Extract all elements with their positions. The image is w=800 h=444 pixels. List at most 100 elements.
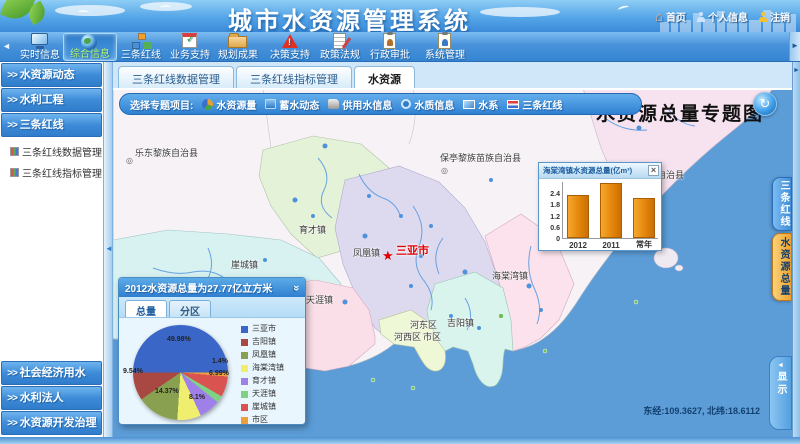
pie-popup-header[interactable]: 2012水资源总量为27.77亿立方米 » [119, 278, 305, 297]
layer-option-water-supply[interactable]: 供用水信息 [328, 97, 392, 112]
warning-triangle-icon [278, 33, 302, 50]
bar-column[interactable] [633, 198, 655, 238]
home-icon: ⌂ [655, 12, 663, 22]
pie-chart-popup: 2012水资源总量为27.77亿立方米 » 总量 分区 49.98% 9.54%… [118, 277, 306, 425]
toolbar-policy-regulations[interactable]: 政策法规 [313, 33, 367, 61]
toolbar-comprehensive-info[interactable]: 综合信息 [63, 33, 117, 61]
pie-tab-districts[interactable]: 分区 [169, 300, 211, 317]
collapse-icon[interactable]: » [290, 284, 302, 290]
river-layer-icon [463, 100, 475, 109]
y-axis [562, 182, 563, 239]
sidebar-group-socioeconomic-water-use[interactable]: >>社会经济用水 [1, 361, 102, 385]
legend-swatch [241, 404, 248, 411]
tree-item-redline-indicator-mgmt[interactable]: 三条红线指标管理 [10, 162, 103, 183]
right-tab-three-redlines[interactable]: 三条红线 [772, 177, 792, 231]
tab-water-resources[interactable]: 水资源 [354, 66, 415, 88]
cloud-decoration [55, 5, 125, 16]
pie-tab-total[interactable]: 总量 [125, 300, 167, 317]
pie-slice-label: 9.54% [123, 368, 143, 375]
sidebar-group-water-legal-entities[interactable]: >>水利法人 [1, 386, 102, 410]
y-tick: 0.6 [540, 225, 560, 232]
home-link[interactable]: ⌂ 首页 [655, 9, 686, 24]
sidebar-splitter[interactable]: ◄ [104, 62, 113, 437]
sidebar-bottom-groups: >>社会经济用水 >>水利法人 >>水资源开发治理 [0, 360, 103, 435]
banner: 城市水资源管理系统 ⌂ 首页 个人信息 注销 [0, 0, 800, 32]
content-tabbar: 三条红线数据管理 三条红线指标管理 水资源 [118, 66, 415, 88]
right-tab-water-total[interactable]: 水资源总量 [772, 233, 792, 301]
layer-selector-label: 选择专题项目: [130, 97, 193, 112]
y-tick: 1.2 [540, 214, 560, 221]
toolbar-admin-approval[interactable]: 行政审批 [363, 33, 417, 61]
map-label-sanya-city: 三亚市 [396, 242, 429, 258]
chart-icon [10, 147, 19, 156]
county-marker-icon: ◎ [441, 166, 448, 175]
pie-popup-body: 49.98% 9.54% 14.37% 8.1% 6.99% 1.4% 三亚市 … [119, 318, 305, 425]
sidebar-tree: 三条红线数据管理 三条红线指标管理 [0, 137, 103, 183]
bar-popup-header[interactable]: 海棠湾镇水资源总量(亿m³) × [539, 163, 661, 179]
chart-icon [10, 168, 19, 177]
x-tick: 常年 [629, 239, 659, 250]
toolbar-realtime-info[interactable]: 实时信息 [13, 33, 67, 61]
layer-option-storage-dynamics[interactable]: 蓄水动态 [265, 97, 319, 112]
legend-swatch [241, 378, 248, 385]
sidebar-group-water-projects[interactable]: >>水利工程 [1, 88, 102, 112]
bar-column[interactable] [600, 183, 622, 238]
sidebar-group-water-resource-dynamics[interactable]: >>水资源动态 [1, 63, 102, 87]
layer-option-river-system[interactable]: 水系 [463, 97, 498, 112]
layer-selector-bar: 选择专题项目: 水资源量 蓄水动态 供用水信息 水质信息 水系 三条红线 [119, 93, 642, 115]
person-icon [697, 12, 705, 22]
layer-option-three-redlines[interactable]: 三条红线 [507, 97, 562, 112]
logout-link[interactable]: 注销 [759, 9, 790, 24]
tab-redline-indicator-mgmt[interactable]: 三条红线指标管理 [236, 66, 352, 88]
tab-divider [113, 88, 792, 90]
bar-chart: 2.4 1.8 1.2 0.6 0 2012 2011 常年 [539, 179, 661, 250]
expand-right-icon: ► [793, 67, 800, 74]
profile-link[interactable]: 个人信息 [697, 9, 748, 24]
map-label-yucai-town: 育才镇 [299, 223, 326, 236]
x-tick: 2011 [596, 241, 626, 250]
sidebar-group-three-redlines[interactable]: >>三条红线 [1, 113, 102, 137]
bar-column[interactable] [567, 195, 589, 238]
tree-item-redline-data-mgmt[interactable]: 三条红线数据管理 [10, 141, 103, 162]
cloud-decoration [480, 7, 560, 17]
layer-option-water-quantity[interactable]: 水资源量 [202, 97, 256, 112]
toolbar-scroll-left-icon[interactable]: ◄ [2, 41, 11, 51]
toolbar-system-management[interactable]: 系统管理 [418, 33, 472, 61]
collapse-sidebar-icon[interactable]: ◄ [105, 244, 113, 253]
layer-option-water-quality[interactable]: 水质信息 [401, 97, 454, 112]
pie-popup-tabs: 总量 分区 [119, 297, 305, 318]
status-bar [0, 437, 800, 444]
pie-legend: 三亚市 吉阳镇 凤凰镇 海棠湾镇 育才镇 天涯镇 崖城镇 市区 [241, 325, 284, 424]
sidebar-group-water-development[interactable]: >>水资源开发治理 [1, 411, 102, 435]
right-panel-strip[interactable]: ► [792, 62, 800, 437]
legend-swatch [241, 391, 248, 398]
logout-person-icon [759, 12, 767, 22]
pie-slice-label: 6.99% [209, 370, 229, 377]
show-panel-tab[interactable]: ◄ 显示 [769, 356, 792, 430]
dove-icon [618, 5, 630, 13]
map-refresh-button[interactable]: ↻ [753, 92, 777, 116]
chevrons-icon: >> [7, 418, 17, 429]
legend-item: 天涯镇 [241, 390, 284, 398]
pie-slice-label: 49.98% [167, 336, 191, 343]
map-label-hexi-district: 河西区 [394, 330, 421, 343]
redline-layer-icon [507, 100, 519, 109]
legend-swatch [241, 326, 248, 333]
toolbar-expand-icon[interactable]: ► [789, 32, 800, 61]
clipboard-person-icon [378, 33, 402, 50]
toolbar-decision-support[interactable]: 决策支持 [263, 33, 317, 61]
city-star-icon: ★ [382, 249, 394, 262]
close-icon[interactable]: × [648, 165, 659, 176]
sidebar: >>水资源动态 >>水利工程 >>三条红线 三条红线数据管理 三条红线指标管理 … [0, 62, 104, 437]
monitor-icon [28, 33, 52, 50]
faucet-layer-icon [328, 99, 339, 109]
legend-item: 市区 [241, 416, 284, 424]
toolbar-planning-results[interactable]: 规划成果 [211, 33, 265, 61]
toolbar-business-support[interactable]: 业务支持 [163, 33, 217, 61]
legend-item: 崖城镇 [241, 403, 284, 411]
reservoir-layer-icon [265, 99, 276, 109]
map-label-baoting-county: 保亭黎族苗族自治县 [440, 151, 521, 164]
tab-redline-data-mgmt[interactable]: 三条红线数据管理 [118, 66, 234, 88]
chevrons-icon: >> [7, 120, 17, 131]
toolbar-three-redlines[interactable]: 三条红线 [114, 33, 168, 61]
